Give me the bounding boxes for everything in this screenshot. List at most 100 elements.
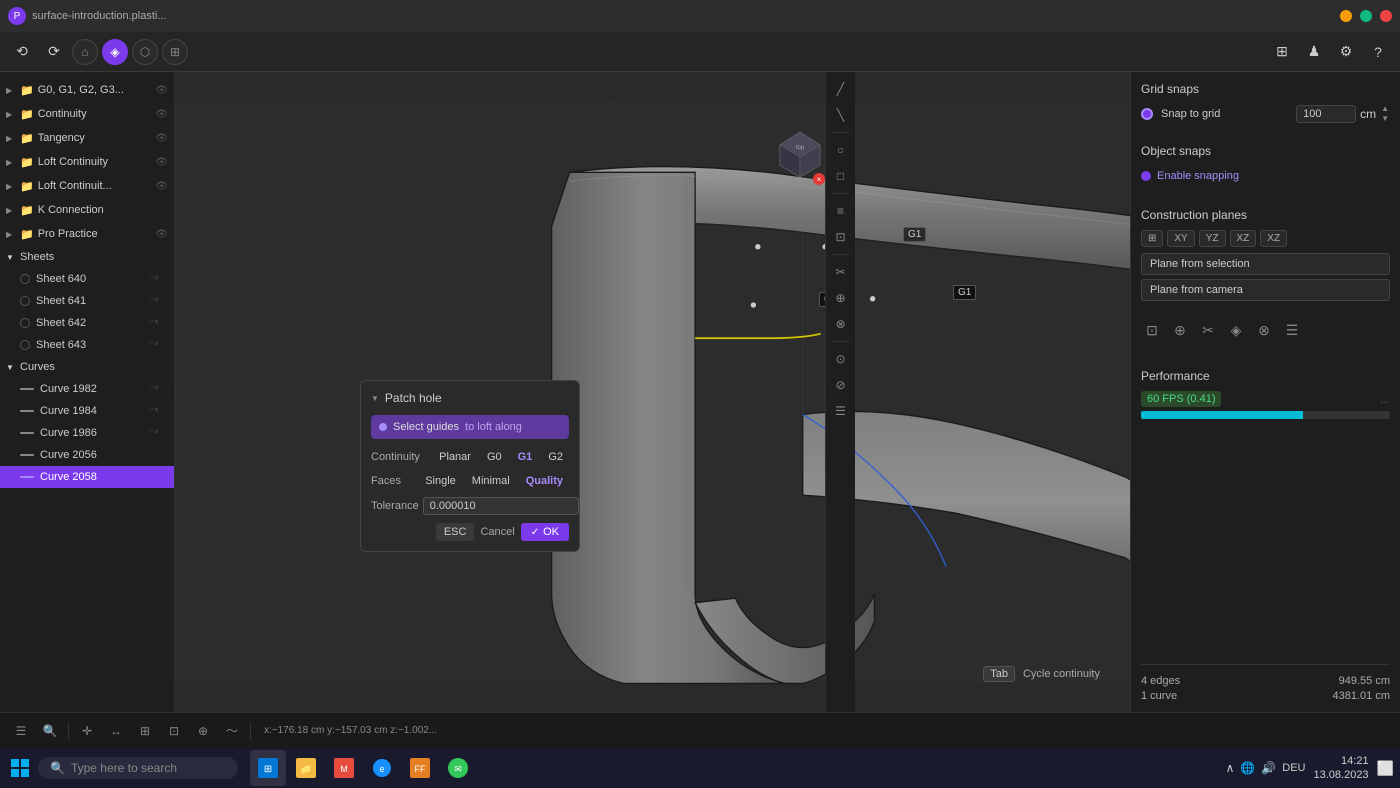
curve-1984[interactable]: Curve 1984 ⁻ˣ (0, 400, 174, 422)
curve-1982[interactable]: Curve 1982 ⁻ˣ (0, 378, 174, 400)
toolbar-grid-btn[interactable]: ⊞ (1268, 38, 1296, 66)
continuity-g0[interactable]: G0 (481, 449, 508, 465)
snap-increment-btn[interactable]: ▲ (1380, 104, 1390, 114)
rt-list-btn[interactable]: ☰ (830, 400, 852, 422)
continuity-g2[interactable]: G2 (542, 449, 569, 465)
toolbar: ⟲ ⟳ ⌂ ◈ ⬡ ⊞ ⊞ ♟ ⚙ ? (0, 32, 1400, 72)
sheet-641[interactable]: Sheet 641 ⁻ˣ (0, 290, 174, 312)
taskbar-left: 🔍 Type here to search ⊞ 📁 M e FF ✉ (6, 750, 476, 786)
taskbar-app-4[interactable]: e (364, 750, 400, 786)
sheet-643[interactable]: Sheet 643 ⁻ˣ (0, 334, 174, 356)
tolerance-input[interactable] (423, 497, 579, 515)
sheet-640[interactable]: Sheet 640 ⁻ˣ (0, 268, 174, 290)
sidebar-item-g0g1g2g3[interactable]: ▶ 📁 G0, G1, G2, G3... 👁 (0, 78, 174, 102)
expand-icon: ▶ (6, 86, 16, 95)
rt-line-btn[interactable]: ╲ (830, 104, 852, 126)
plane-from-camera-btn[interactable]: Plane from camera (1141, 279, 1390, 301)
rt-square-btn[interactable]: □ (830, 165, 852, 187)
bt-transform-btn[interactable]: ⊞ (132, 718, 158, 744)
perf-dots[interactable]: ... (1380, 392, 1390, 406)
panel-icon-1[interactable]: ⊡ (1141, 319, 1163, 341)
sidebar-item-loft-continuity[interactable]: ▶ 📁 Loft Continuity 👁 (0, 150, 174, 174)
toolbar-help-btn[interactable]: ? (1364, 38, 1392, 66)
cp-xz2-btn[interactable]: XZ (1260, 230, 1287, 247)
rt-transform-btn[interactable]: ⊙ (830, 348, 852, 370)
sidebar-item-continuity[interactable]: ▶ 📁 Continuity 👁 (0, 102, 174, 126)
continuity-planar[interactable]: Planar (433, 449, 477, 465)
bt-add-btn[interactable]: ✛ (74, 718, 100, 744)
rt-draw-btn[interactable]: ╱ (830, 78, 852, 100)
viewport[interactable]: G1 G1 G1 G1 top × Patch hole Select guid… (175, 72, 1130, 712)
toolbar-forward-btn[interactable]: ⟳ (40, 38, 68, 66)
bt-move-btn[interactable]: ↔ (103, 718, 129, 744)
bt-search-btn[interactable]: 🔍 (37, 718, 63, 744)
snap-value-input[interactable] (1296, 105, 1356, 123)
bt-path-btn[interactable]: 〜 (219, 718, 245, 744)
dialog-footer: ESC Cancel ✓ OK (371, 523, 569, 541)
cube-close-icon[interactable]: × (813, 173, 825, 185)
continuity-g1[interactable]: G1 (512, 449, 539, 465)
toolbar-person-btn[interactable]: ♟ (1300, 38, 1328, 66)
navigation-cube[interactable]: top × (775, 127, 825, 185)
cancel-button[interactable]: Cancel (480, 526, 514, 538)
toolbar-back-btn[interactable]: ⟲ (8, 38, 36, 66)
esc-button[interactable]: ESC (436, 523, 475, 541)
cp-xy-btn[interactable]: XY (1167, 230, 1194, 247)
faces-quality[interactable]: Quality (520, 473, 569, 489)
panel-icon-2[interactable]: ⊕ (1169, 319, 1191, 341)
nav-cube-btn[interactable]: ⬡ (132, 39, 158, 65)
snap-radio-icon[interactable] (1141, 108, 1153, 120)
faces-single[interactable]: Single (419, 473, 462, 489)
faces-minimal[interactable]: Minimal (466, 473, 516, 489)
nav-grid-btn[interactable]: ⊞ (162, 39, 188, 65)
toolbar-settings-btn[interactable]: ⚙ (1332, 38, 1360, 66)
sidebar-item-loft-continuity2[interactable]: ▶ 📁 Loft Continuit... 👁 (0, 174, 174, 198)
panel-icon-6[interactable]: ☰ (1281, 319, 1303, 341)
curve-1986[interactable]: Curve 1986 ⁻ˣ (0, 422, 174, 444)
edges-label: 4 edges (1141, 675, 1180, 687)
cp-icon-btn-1[interactable]: ⊞ (1141, 230, 1163, 247)
panel-icon-5[interactable]: ⊗ (1253, 319, 1275, 341)
taskbar-app-1[interactable]: ⊞ (250, 750, 286, 786)
curves-section-header[interactable]: ▼ Curves (0, 356, 174, 378)
panel-icon-3[interactable]: ✂ (1197, 319, 1219, 341)
cp-yz-btn[interactable]: YZ (1199, 230, 1226, 247)
rt-scissors-btn[interactable]: ✂ (830, 261, 852, 283)
rt-layers-btn[interactable]: ≡ (830, 200, 852, 222)
taskbar-app-5[interactable]: FF (402, 750, 438, 786)
taskbar-apps: ⊞ 📁 M e FF ✉ (250, 750, 476, 786)
rt-circle-btn[interactable]: ○ (830, 139, 852, 161)
bt-frame-btn[interactable]: ⊡ (161, 718, 187, 744)
ok-button[interactable]: ✓ OK (521, 523, 569, 541)
cp-xz-btn[interactable]: XZ (1230, 230, 1257, 247)
curve-2058[interactable]: Curve 2058 (0, 466, 174, 488)
rt-frame-btn[interactable]: ⊡ (830, 226, 852, 248)
rt-split-btn[interactable]: ⊗ (830, 313, 852, 335)
sheets-section-header[interactable]: ▼ Sheets (0, 246, 174, 268)
sidebar-item-pro-practice[interactable]: ▶ 📁 Pro Practice 👁 (0, 222, 174, 246)
bt-layers-btn[interactable]: ☰ (8, 718, 34, 744)
curve-2056[interactable]: Curve 2056 (0, 444, 174, 466)
select-guides-row[interactable]: Select guides to loft along (371, 415, 569, 439)
minimize-button[interactable] (1340, 10, 1352, 22)
panel-icon-4[interactable]: ◈ (1225, 319, 1247, 341)
plane-from-selection-btn[interactable]: Plane from selection (1141, 253, 1390, 275)
rt-align-btn[interactable]: ⊘ (830, 374, 852, 396)
taskbar-search-box[interactable]: 🔍 Type here to search (38, 757, 238, 779)
start-button[interactable] (6, 754, 34, 782)
sheet-642[interactable]: Sheet 642 ⁻ˣ (0, 312, 174, 334)
bt-point-btn[interactable]: ⊕ (190, 718, 216, 744)
sidebar-item-tangency[interactable]: ▶ 📁 Tangency 👁 (0, 126, 174, 150)
nav-active-btn[interactable]: ◈ (102, 39, 128, 65)
close-button[interactable] (1380, 10, 1392, 22)
taskbar-app-3[interactable]: M (326, 750, 362, 786)
snap-decrement-btn[interactable]: ▼ (1380, 114, 1390, 124)
notification-btn[interactable]: ⬜ (1377, 760, 1394, 777)
taskbar-app-6[interactable]: ✉ (440, 750, 476, 786)
nav-home-btn[interactable]: ⌂ (72, 39, 98, 65)
rt-merge-btn[interactable]: ⊕ (830, 287, 852, 309)
taskbar-app-2[interactable]: 📁 (288, 750, 324, 786)
sidebar-item-k-connection[interactable]: ▶ 📁 K Connection (0, 198, 174, 222)
maximize-button[interactable] (1360, 10, 1372, 22)
object-snaps-section: Object snaps Enable snapping (1141, 144, 1390, 186)
